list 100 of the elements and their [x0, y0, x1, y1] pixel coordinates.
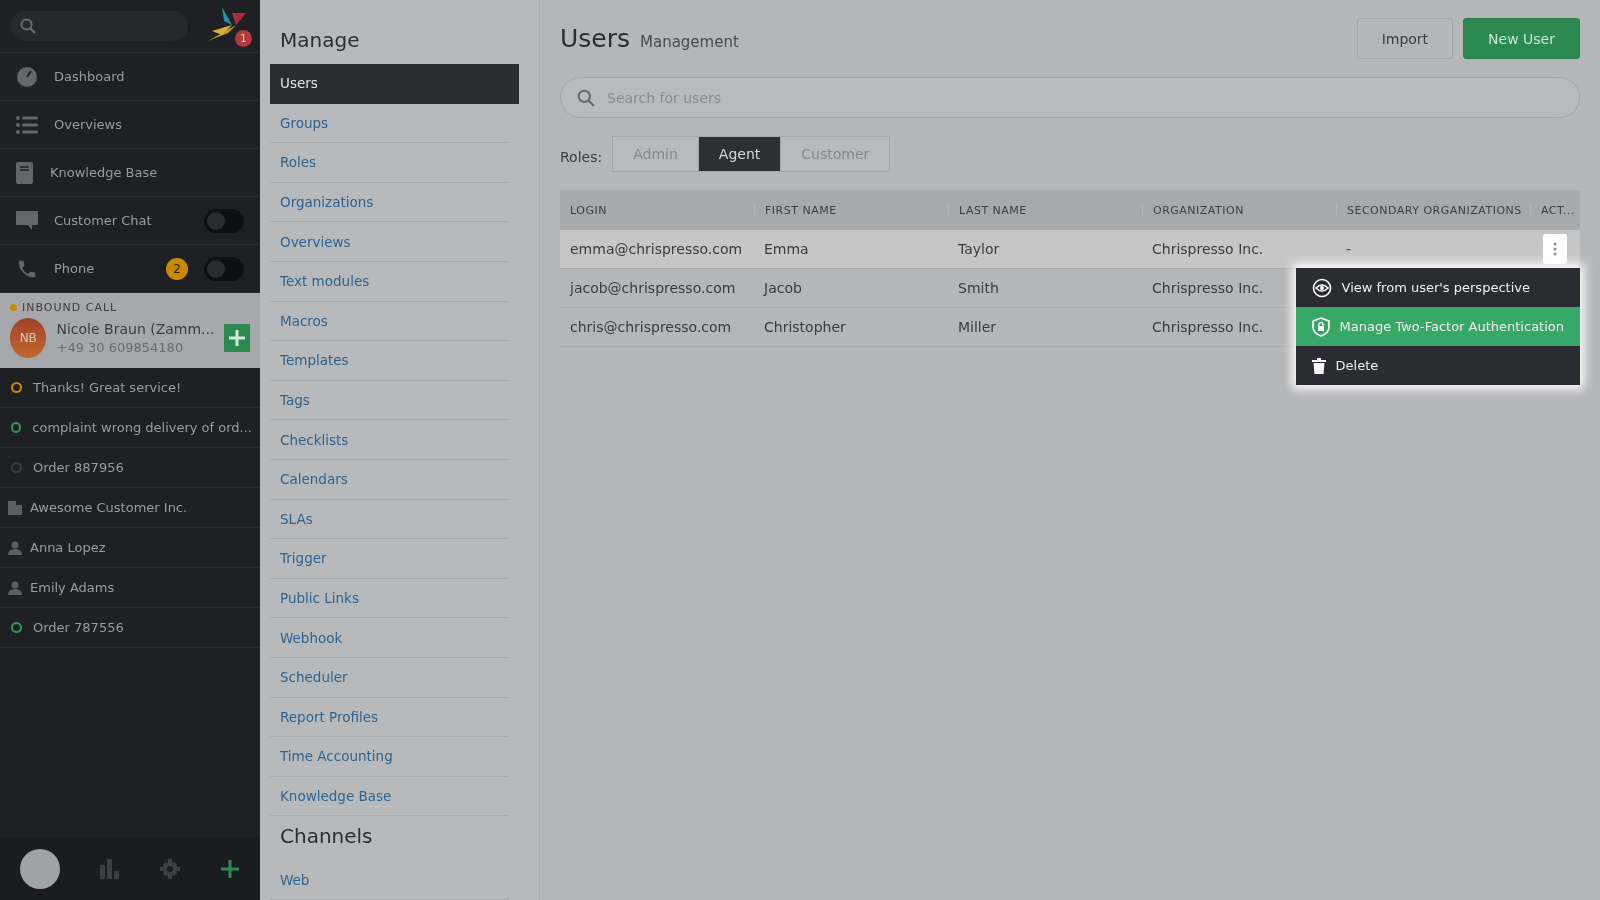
- task-item[interactable]: Anna Lopez: [0, 528, 260, 568]
- task-label: Emily Adams: [30, 580, 115, 595]
- menu-link[interactable]: Organizations: [270, 182, 509, 223]
- nav-label: Dashboard: [54, 69, 126, 84]
- toggle-switch[interactable]: [204, 256, 244, 281]
- more-options-button[interactable]: [1543, 234, 1567, 264]
- table-cell: chris@chrispresso.com: [570, 319, 732, 335]
- nav-item[interactable]: Overviews: [0, 101, 260, 149]
- table-cell: Christopher: [764, 319, 846, 335]
- call-label: INBOUND CALL: [22, 301, 118, 314]
- nav-label: Knowledge Base: [50, 165, 159, 180]
- column-header: LOGIN: [569, 203, 608, 217]
- trash-icon: [1311, 357, 1326, 374]
- menu-item[interactable]: Manage Two-Factor Authentication: [1295, 307, 1580, 346]
- nav-item[interactable]: Customer Chat: [0, 197, 260, 245]
- menu-link[interactable]: Public Links: [270, 578, 509, 619]
- add-button[interactable]: [224, 324, 250, 352]
- nav-label: Phone: [54, 261, 96, 276]
- menu-link[interactable]: Overviews: [270, 222, 509, 262]
- table-cell: Jacob: [764, 280, 802, 296]
- avatar-placeholder[interactable]: [20, 849, 60, 889]
- section-title: Manage: [280, 28, 361, 52]
- menu-link[interactable]: Webhook: [270, 618, 509, 658]
- plus-icon: [228, 329, 247, 347]
- menu-item[interactable]: View from user's perspective: [1295, 268, 1580, 307]
- shield-lock-icon: [1311, 316, 1330, 337]
- table-row[interactable]: emma@chrispresso.com Emma Taylor Chrispresso Inc. -: [560, 230, 1580, 269]
- role-tab[interactable]: Agent: [697, 137, 781, 171]
- menu-link[interactable]: Macros: [270, 301, 509, 342]
- page-title: Users: [560, 24, 630, 53]
- menu-link[interactable]: Web: [270, 860, 509, 900]
- task-item[interactable]: Emily Adams: [0, 568, 260, 608]
- chart-icon[interactable]: [100, 859, 120, 879]
- table-cell: Chrispresso Inc.: [1152, 241, 1264, 257]
- column-header: FIRST NAME: [754, 203, 948, 217]
- task-label: complaint wrong delivery of ord...: [32, 420, 252, 435]
- table-cell: Chrispresso Inc.: [1152, 319, 1264, 335]
- column-header: SECONDARY ORGANIZATIONS: [1336, 203, 1530, 217]
- avatar-initials: NB: [10, 318, 47, 358]
- task-label: Anna Lopez: [30, 540, 106, 555]
- menu-link[interactable]: Scheduler: [270, 657, 509, 698]
- menu-link[interactable]: Time Accounting: [270, 737, 509, 777]
- notification-badge: 1: [235, 30, 252, 47]
- task-label: Order 787556: [33, 620, 124, 635]
- new-user-button[interactable]: New User: [1463, 18, 1580, 59]
- table-cell: Smith: [958, 280, 999, 296]
- building-icon: [8, 500, 22, 515]
- menu-link[interactable]: SLAs: [270, 499, 509, 540]
- search-field[interactable]: [10, 11, 188, 41]
- caller-name: Nicole Braun (Zamm...: [56, 321, 215, 337]
- table-cell: -: [1346, 241, 1352, 257]
- menu-link[interactable]: Roles: [270, 143, 509, 183]
- menu-item[interactable]: Delete: [1295, 346, 1580, 385]
- book-icon: [16, 161, 34, 184]
- nav-label: Customer Chat: [54, 213, 153, 228]
- menu-link[interactable]: Groups: [270, 103, 509, 144]
- page-subtitle: Management: [640, 32, 740, 51]
- menu-link[interactable]: Calendars: [270, 459, 509, 500]
- chat-bubble-icon: [16, 210, 38, 231]
- menu-link[interactable]: Tags: [270, 380, 509, 421]
- table-cell: Taylor: [958, 241, 1000, 257]
- menu-link[interactable]: Users: [270, 64, 519, 104]
- import-button[interactable]: Import: [1356, 18, 1454, 59]
- plus-icon[interactable]: [220, 859, 240, 879]
- bird-logo-icon: [208, 5, 246, 41]
- nav-item[interactable]: Dashboard: [0, 53, 260, 101]
- menu-link[interactable]: Trigger: [270, 539, 509, 579]
- person-icon: [8, 580, 22, 595]
- menu-link[interactable]: Checklists: [270, 420, 509, 460]
- eye-icon: [1311, 277, 1332, 298]
- kebab-icon: [1553, 242, 1557, 256]
- column-header: LAST NAME: [948, 203, 1142, 217]
- settings-icon[interactable]: [160, 859, 180, 879]
- search-icon: [20, 18, 36, 34]
- table-cell: Miller: [958, 319, 997, 335]
- table-cell: Chrispresso Inc.: [1152, 280, 1264, 296]
- table-cell: Emma: [764, 241, 809, 257]
- menu-link[interactable]: Templates: [270, 341, 509, 381]
- task-label: Thanks! Great service!: [33, 380, 182, 395]
- task-label: Awesome Customer Inc.: [30, 500, 188, 515]
- status-dot: [10, 304, 17, 311]
- caller-phone: +49 30 609854180: [56, 340, 185, 355]
- count-badge: 2: [166, 257, 188, 280]
- task-item[interactable]: Awesome Customer Inc.: [0, 488, 260, 528]
- table-cell: emma@chrispresso.com: [570, 241, 743, 257]
- nav-label: Overviews: [54, 117, 123, 132]
- gauge-icon: [16, 65, 38, 88]
- toggle-switch[interactable]: [204, 208, 244, 233]
- menu-link[interactable]: Report Profiles: [270, 697, 509, 738]
- search-icon: [577, 88, 595, 107]
- list-icon: [16, 115, 38, 134]
- section-title: Channels: [280, 824, 374, 849]
- task-label: Order 887956: [33, 460, 124, 475]
- roles-label: Roles:: [560, 149, 603, 165]
- person-icon: [8, 540, 22, 555]
- table-cell: jacob@chrispresso.com: [570, 280, 736, 296]
- menu-link[interactable]: Text modules: [270, 261, 509, 302]
- nav-item[interactable]: Knowledge Base: [0, 149, 260, 197]
- column-header: ACT...: [1530, 203, 1580, 217]
- menu-link[interactable]: Knowledge Base: [270, 776, 509, 817]
